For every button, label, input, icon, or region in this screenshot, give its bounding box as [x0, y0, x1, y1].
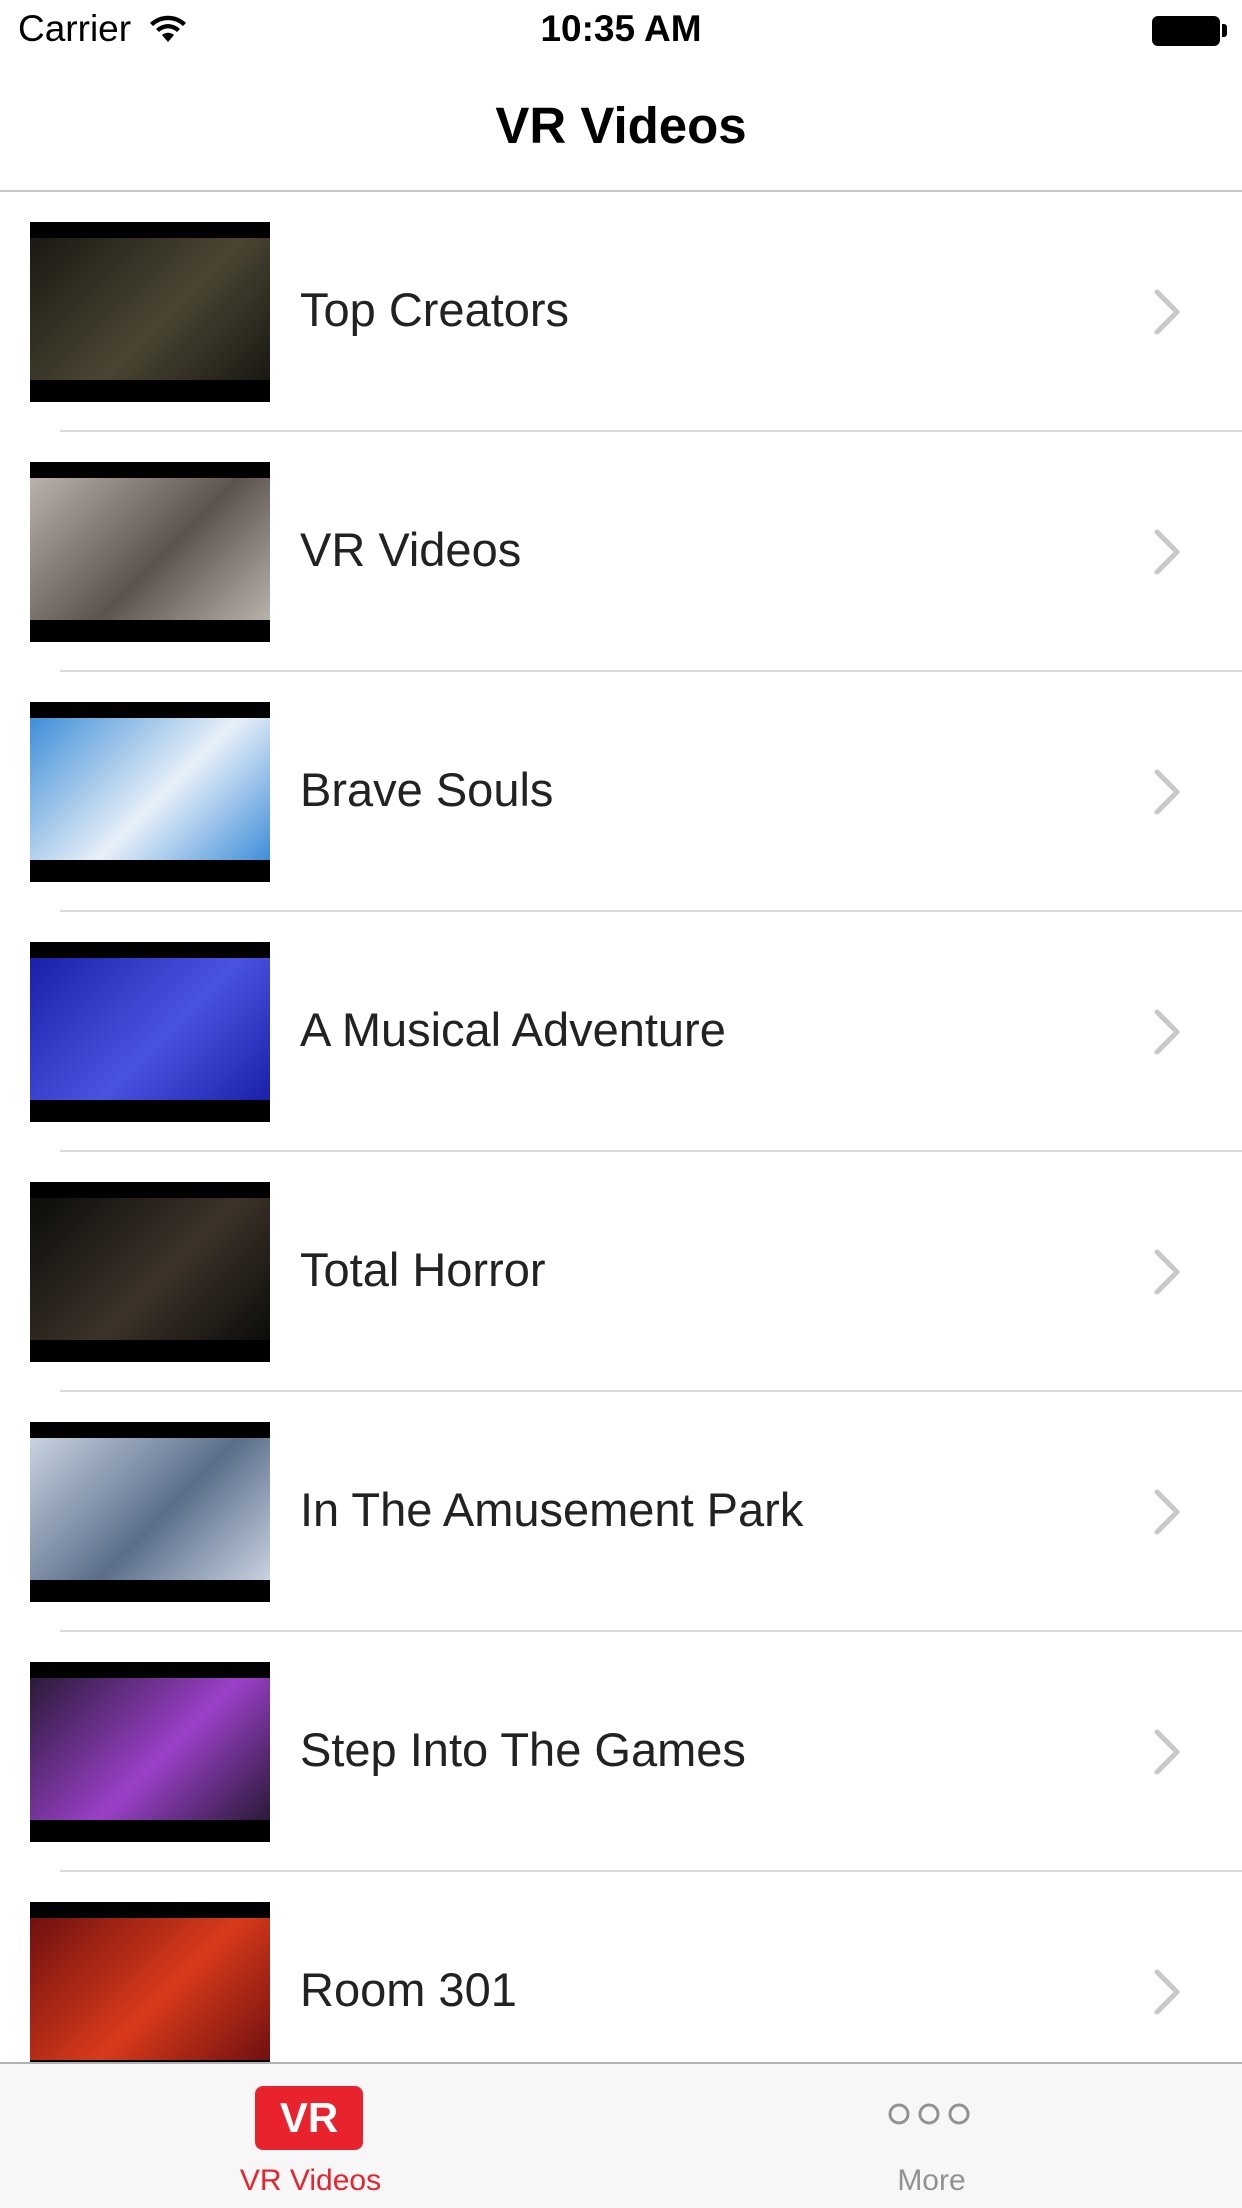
tab-bar: VR VR Videos More [0, 2062, 1242, 2208]
battery-tip [1222, 24, 1227, 37]
list-item-a-musical-adventure[interactable]: A Musical Adventure [0, 912, 1242, 1152]
video-thumbnail [30, 222, 270, 402]
page-title: VR Videos [495, 97, 747, 154]
list-item-label: Step Into The Games [300, 1723, 746, 1776]
thumbnail-image [30, 238, 270, 380]
thumbnail-image [30, 958, 270, 1100]
list-item-label: In The Amusement Park [300, 1483, 804, 1536]
list-item-top-creators[interactable]: Top Creators [0, 192, 1242, 432]
chevron-right-icon [1154, 529, 1180, 575]
tab-label: VR Videos [239, 2164, 382, 2197]
list-item-total-horror[interactable]: Total Horror [0, 1152, 1242, 1392]
list-item-room-301[interactable]: Room 301 [0, 1872, 1242, 2062]
video-thumbnail [30, 942, 270, 1122]
chevron-right-icon [1154, 1729, 1180, 1775]
tab-vr-videos[interactable]: VR VR Videos [0, 2064, 621, 2208]
chevron-right-icon [1154, 1009, 1180, 1055]
more-icon [888, 2103, 970, 2125]
chevron-right-icon [1154, 1249, 1180, 1295]
chevron-right-icon [1154, 1969, 1180, 2015]
list-item-label: Total Horror [300, 1243, 546, 1296]
thumbnail-image [30, 1678, 270, 1820]
thumbnail-image [30, 1198, 270, 1340]
thumbnail-image [30, 718, 270, 860]
video-thumbnail [30, 462, 270, 642]
video-thumbnail [30, 1422, 270, 1602]
tab-more[interactable]: More [621, 2064, 1242, 2208]
status-bar: Carrier 10:35 AM [0, 0, 1242, 62]
chevron-right-icon [1154, 1489, 1180, 1535]
list-item-label: Room 301 [300, 1963, 517, 2016]
status-time: 10:35 AM [540, 8, 702, 49]
thumbnail-image [30, 1918, 270, 2060]
navigation-bar: VR Videos [0, 62, 1242, 192]
battery-full-icon [1152, 16, 1220, 46]
video-thumbnail [30, 1182, 270, 1362]
tab-label: More [897, 2164, 966, 2197]
list-item-vr-videos[interactable]: VR Videos [0, 432, 1242, 672]
list-item-step-into-the-games[interactable]: Step Into The Games [0, 1632, 1242, 1872]
list-item-label: Top Creators [300, 283, 570, 336]
list-item-label: Brave Souls [300, 763, 554, 816]
vr-icon: VR [255, 2086, 363, 2150]
video-thumbnail [30, 1662, 270, 1842]
chevron-right-icon [1154, 769, 1180, 815]
list-item-label: VR Videos [300, 523, 522, 576]
list-item-label: A Musical Adventure [300, 1003, 726, 1056]
video-thumbnail [30, 702, 270, 882]
list-item-brave-souls[interactable]: Brave Souls [0, 672, 1242, 912]
category-list[interactable]: Top Creators VR Videos Brave Souls A Mus… [0, 192, 1242, 2062]
video-thumbnail [30, 1902, 270, 2062]
thumbnail-image [30, 478, 270, 620]
thumbnail-image [30, 1438, 270, 1580]
list-item-in-the-amusement-park[interactable]: In The Amusement Park [0, 1392, 1242, 1632]
chevron-right-icon [1154, 289, 1180, 335]
